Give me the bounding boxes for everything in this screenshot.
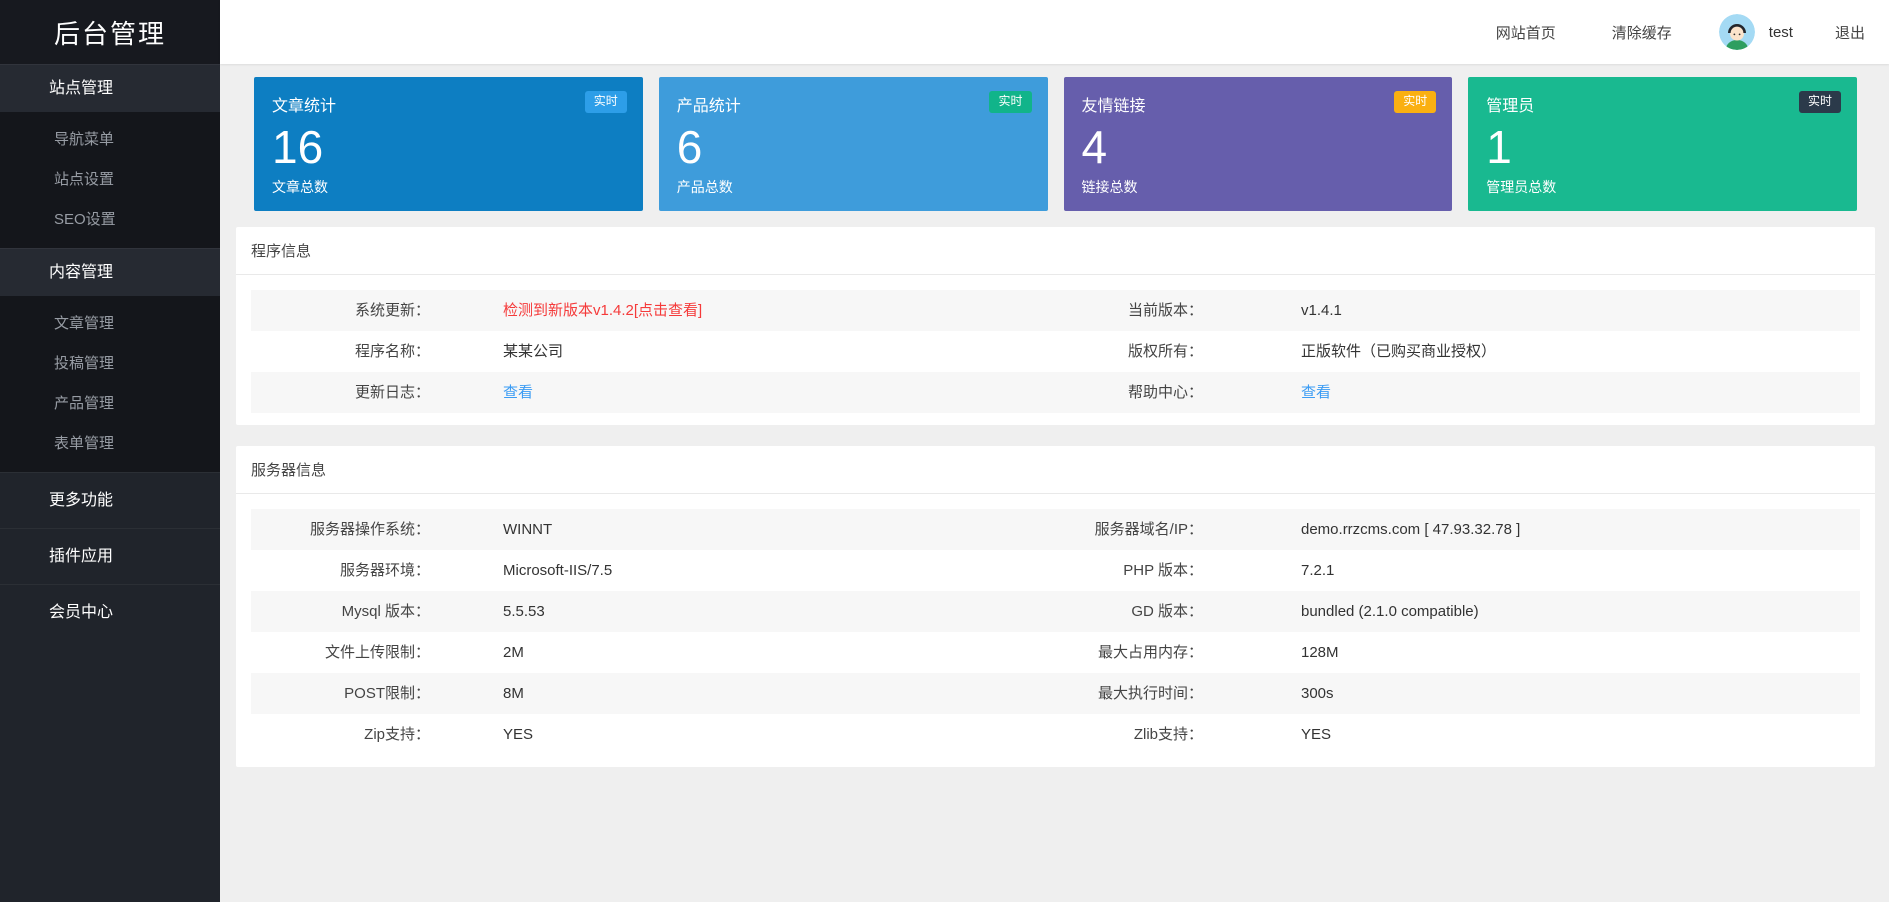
program-info-table: 系统更新：检测到新版本v1.4.2[点击查看]当前版本：v1.4.1程序名称：某…: [236, 275, 1875, 425]
stat-card-label: 产品总数: [677, 177, 1030, 197]
realtime-badge: 实时: [989, 91, 1031, 113]
table-row: 程序名称：某某公司版权所有：正版软件（已购买商业授权）: [251, 331, 1860, 372]
server-info-table: 服务器操作系统：WINNT服务器域名/IP：demo.rrzcms.com [ …: [236, 494, 1875, 767]
info-label: 版权所有：: [1033, 331, 1301, 372]
info-value: WINNT: [503, 509, 1033, 550]
info-value: YES: [1301, 714, 1860, 755]
username: test: [1769, 24, 1793, 41]
info-label: PHP 版本：: [1033, 550, 1301, 591]
table-row: 服务器环境：Microsoft-IIS/7.5PHP 版本：7.2.1: [251, 550, 1860, 591]
info-value[interactable]: 查看: [503, 372, 1033, 413]
nav-clear-cache[interactable]: 清除缓存: [1612, 22, 1672, 43]
table-row: Mysql 版本：5.5.53GD 版本：bundled (2.1.0 comp…: [251, 591, 1860, 632]
info-value: 某某公司: [503, 331, 1033, 372]
info-value: 8M: [503, 673, 1033, 714]
sidebar-submenu: 文章管理投稿管理产品管理表单管理: [0, 296, 220, 472]
sidebar-submenu: 导航菜单站点设置SEO设置: [0, 112, 220, 248]
stat-card-文章统计: 文章统计实时 16 文章总数: [254, 77, 643, 211]
stat-card-管理员: 管理员实时 1 管理员总数: [1468, 77, 1857, 211]
info-label: 服务器环境：: [251, 550, 503, 591]
stat-card-title: 友情链接: [1082, 92, 1435, 116]
top-header: 网站首页 清除缓存 test 退出: [220, 0, 1889, 64]
info-value: 128M: [1301, 632, 1860, 673]
info-value: Microsoft-IIS/7.5: [503, 550, 1033, 591]
main-column: 网站首页 清除缓存 test 退出 文章统计实时16文章总数产品统计实时6产品总…: [220, 0, 1889, 902]
info-value: bundled (2.1.0 compatible): [1301, 591, 1860, 632]
info-value: v1.4.1: [1301, 290, 1860, 331]
stat-card-value: 1: [1486, 123, 1839, 173]
stat-card-label: 链接总数: [1082, 177, 1435, 197]
stat-card-value: 6: [677, 123, 1030, 173]
stat-card-label: 文章总数: [272, 177, 625, 197]
info-label: POST限制：: [251, 673, 503, 714]
sidebar-item-投稿管理[interactable]: 投稿管理: [0, 344, 220, 384]
info-value[interactable]: 查看: [1301, 372, 1860, 413]
sidebar: 后台管理 站点管理导航菜单站点设置SEO设置内容管理文章管理投稿管理产品管理表单…: [0, 0, 220, 902]
info-label: 程序名称：: [251, 331, 503, 372]
info-label: 文件上传限制：: [251, 632, 503, 673]
info-label: 最大执行时间：: [1033, 673, 1301, 714]
table-row: 文件上传限制：2M最大占用内存：128M: [251, 632, 1860, 673]
info-label: Zip支持：: [251, 714, 503, 755]
sidebar-item-站点设置[interactable]: 站点设置: [0, 160, 220, 200]
info-value: 300s: [1301, 673, 1860, 714]
stat-card-title: 产品统计: [677, 92, 1030, 116]
info-value[interactable]: 检测到新版本v1.4.2[点击查看]: [503, 290, 1033, 331]
info-label: Zlib支持：: [1033, 714, 1301, 755]
table-row: 更新日志：查看帮助中心：查看: [251, 372, 1860, 413]
sidebar-section-插件应用[interactable]: 插件应用: [0, 528, 220, 584]
info-value: 7.2.1: [1301, 550, 1860, 591]
program-info-panel: 程序信息 系统更新：检测到新版本v1.4.2[点击查看]当前版本：v1.4.1程…: [236, 227, 1875, 425]
realtime-badge: 实时: [1394, 91, 1436, 113]
logout-link[interactable]: 退出: [1835, 22, 1865, 43]
stat-cards-row: 文章统计实时16文章总数产品统计实时6产品总数友情链接实时4链接总数管理员实时1…: [254, 77, 1857, 211]
table-row: 系统更新：检测到新版本v1.4.2[点击查看]当前版本：v1.4.1: [251, 290, 1860, 331]
info-value: 5.5.53: [503, 591, 1033, 632]
sidebar-item-文章管理[interactable]: 文章管理: [0, 304, 220, 344]
server-info-panel: 服务器信息 服务器操作系统：WINNT服务器域名/IP：demo.rrzcms.…: [236, 446, 1875, 767]
info-label: 服务器操作系统：: [251, 509, 503, 550]
info-value: YES: [503, 714, 1033, 755]
sidebar-section-内容管理[interactable]: 内容管理: [0, 248, 220, 296]
realtime-badge: 实时: [585, 91, 627, 113]
table-row: 服务器操作系统：WINNT服务器域名/IP：demo.rrzcms.com [ …: [251, 509, 1860, 550]
info-label: Mysql 版本：: [251, 591, 503, 632]
server-info-title: 服务器信息: [236, 446, 1875, 494]
sidebar-nav: 站点管理导航菜单站点设置SEO设置内容管理文章管理投稿管理产品管理表单管理更多功…: [0, 64, 220, 640]
table-row: POST限制：8M最大执行时间：300s: [251, 673, 1860, 714]
stat-card-value: 4: [1082, 123, 1435, 173]
stat-card-title: 管理员: [1486, 92, 1839, 116]
sidebar-section-站点管理[interactable]: 站点管理: [0, 64, 220, 112]
stat-card-产品统计: 产品统计实时 6 产品总数: [659, 77, 1048, 211]
info-label: 最大占用内存：: [1033, 632, 1301, 673]
dashboard-content: 文章统计实时16文章总数产品统计实时6产品总数友情链接实时4链接总数管理员实时1…: [220, 64, 1889, 902]
info-label: 系统更新：: [251, 290, 503, 331]
table-row: Zip支持：YESZlib支持：YES: [251, 714, 1860, 755]
info-label: 服务器域名/IP：: [1033, 509, 1301, 550]
sidebar-item-SEO设置[interactable]: SEO设置: [0, 200, 220, 240]
stat-card-label: 管理员总数: [1486, 177, 1839, 197]
info-value: 正版软件（已购买商业授权）: [1301, 331, 1860, 372]
sidebar-item-导航菜单[interactable]: 导航菜单: [0, 120, 220, 160]
sidebar-section-更多功能[interactable]: 更多功能: [0, 472, 220, 528]
stat-card-value: 16: [272, 123, 625, 173]
app-logo: 后台管理: [0, 0, 220, 64]
boy-avatar-icon[interactable]: [1719, 14, 1755, 50]
info-value: demo.rrzcms.com [ 47.93.32.78 ]: [1301, 509, 1860, 550]
info-label: 更新日志：: [251, 372, 503, 413]
user-box[interactable]: test: [1719, 14, 1793, 50]
sidebar-section-会员中心[interactable]: 会员中心: [0, 584, 220, 640]
nav-site-home[interactable]: 网站首页: [1496, 22, 1556, 43]
stat-card-title: 文章统计: [272, 92, 625, 116]
info-label: 帮助中心：: [1033, 372, 1301, 413]
info-value: 2M: [503, 632, 1033, 673]
stat-card-友情链接: 友情链接实时 4 链接总数: [1064, 77, 1453, 211]
sidebar-item-表单管理[interactable]: 表单管理: [0, 424, 220, 464]
sidebar-item-产品管理[interactable]: 产品管理: [0, 384, 220, 424]
info-label: GD 版本：: [1033, 591, 1301, 632]
program-info-title: 程序信息: [236, 227, 1875, 275]
info-label: 当前版本：: [1033, 290, 1301, 331]
realtime-badge: 实时: [1799, 91, 1841, 113]
